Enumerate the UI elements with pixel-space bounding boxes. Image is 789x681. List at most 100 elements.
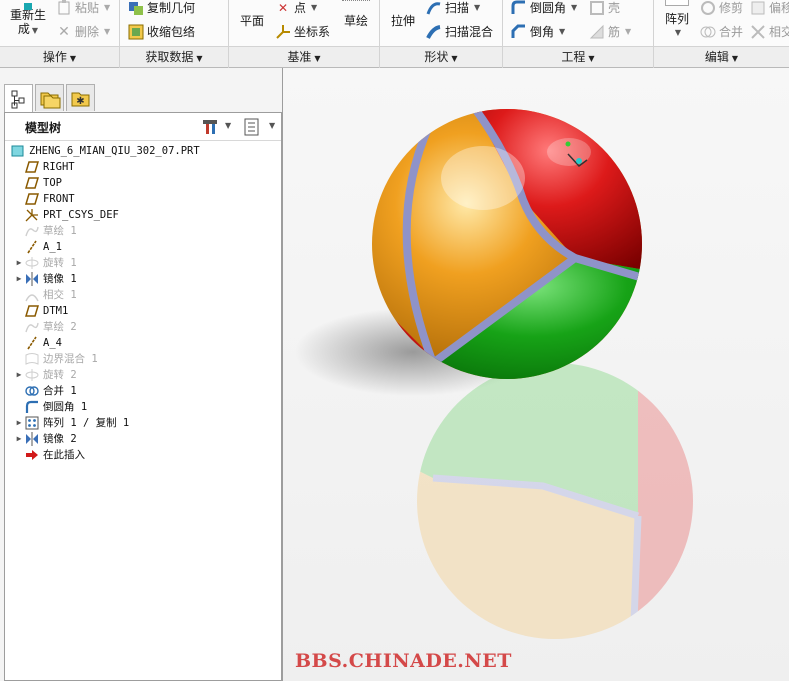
delete-label: 删除	[75, 25, 100, 39]
chamfer-button[interactable]: 倒角 ▼	[511, 23, 565, 40]
shrinkwrap-button[interactable]: 收缩包络	[128, 23, 195, 40]
pattern-icon	[25, 416, 39, 430]
graphics-viewport[interactable]	[282, 68, 789, 681]
tree-item[interactable]: ▶ 阵列 1 / 复制 1	[13, 415, 129, 431]
tree-item-label: 旋转 1	[43, 257, 77, 269]
pattern-label: 阵列	[664, 12, 689, 26]
extrude-label: 拉伸	[390, 14, 415, 28]
tree-item[interactable]: ▶ 镜像 1	[13, 271, 77, 287]
chevron-down-icon: ▼	[311, 3, 318, 12]
csys-icon	[275, 24, 291, 40]
tree-item[interactable]: PRT_CSYS_DEF	[13, 207, 119, 223]
tree-item[interactable]: FRONT	[13, 191, 75, 207]
axis-icon	[25, 240, 39, 254]
csys-label: 坐标系	[294, 25, 331, 39]
sketch-button[interactable]: 草绘	[337, 0, 375, 28]
tree-settings-button[interactable]: ▼	[201, 118, 231, 136]
chamfer-label: 倒角	[530, 25, 555, 39]
tree-item[interactable]: 在此插入	[13, 447, 85, 463]
trim-button[interactable]: 修剪	[700, 0, 743, 16]
tree-item-label: RIGHT	[43, 161, 75, 173]
expand-arrow-icon[interactable]: ▶	[13, 415, 25, 431]
tab-folder-browser[interactable]	[35, 84, 64, 111]
swept-blend-label: 扫描混合	[445, 25, 494, 39]
extrude-button[interactable]: 拉伸	[386, 14, 420, 28]
group-label-datum[interactable]: 基准 ▼	[229, 46, 379, 67]
tree-item[interactable]: A_1	[13, 239, 62, 255]
copy-geometry-button[interactable]: 复制几何	[128, 0, 195, 16]
tree-show-button[interactable]: ▼	[243, 118, 277, 136]
expand-arrow-icon[interactable]: ▶	[13, 255, 25, 271]
pattern-button[interactable]: 阵列 ▼	[660, 0, 694, 40]
csys-button[interactable]: 坐标系	[275, 23, 330, 40]
tree-item[interactable]: ▶ 旋转 1	[13, 255, 77, 271]
tree-item-label: 草绘 1	[43, 225, 77, 237]
group-label-get-data[interactable]: 获取数据 ▼	[120, 46, 228, 67]
tree-item[interactable]: TOP	[13, 175, 62, 191]
model-tree-title: 模型树	[25, 121, 62, 135]
ribbon: 重新生 成 ▼ 粘贴 ▼ ✕ 删除 ▼ 操作 ▼ 复制几何 收缩包络 获取数据 ▼ 平面 …	[0, 0, 789, 68]
tree-item-label: DTM1	[43, 305, 69, 317]
group-label-shapes[interactable]: 形状 ▼	[380, 46, 502, 67]
merge-icon	[25, 384, 39, 398]
round-button[interactable]: 倒圆角 ▼	[511, 0, 577, 16]
copy-geometry-icon	[128, 0, 144, 16]
chevron-down-icon: ▼	[474, 3, 481, 12]
point-button[interactable]: ✕ 点 ▼	[275, 0, 317, 16]
shell-icon	[589, 0, 605, 16]
tree-item[interactable]: A_4	[13, 335, 62, 351]
offset-button[interactable]: 偏移	[750, 0, 789, 16]
intersect-icon	[25, 288, 39, 302]
sketch-icon	[25, 320, 39, 334]
swept-blend-button[interactable]: 扫描混合	[426, 23, 493, 40]
tree-item[interactable]: ZHENG_6_MIAN_QIU_302_07.PRT	[7, 143, 200, 159]
intersect-icon	[750, 24, 766, 40]
tree-item[interactable]: DTM1	[13, 303, 68, 319]
expand-arrow-icon[interactable]: ▶	[13, 431, 25, 447]
tree-item[interactable]: 草绘 1	[13, 223, 77, 239]
delete-button[interactable]: ✕ 删除 ▼	[56, 23, 110, 40]
tree-item[interactable]: ▶ 镜像 2	[13, 431, 77, 447]
datum-plane-icon	[24, 192, 40, 206]
group-label-editing[interactable]: 编辑 ▼	[654, 46, 789, 67]
csys-icon	[25, 208, 39, 222]
axis-icon	[25, 336, 39, 350]
datum-plane-icon	[24, 304, 40, 318]
tree-item[interactable]: 边界混合 1	[13, 351, 98, 367]
group-label-engineering[interactable]: 工程 ▼	[503, 46, 653, 67]
floor-reflection	[417, 363, 693, 639]
folder-icon	[40, 92, 61, 109]
merge-button[interactable]: 合并	[700, 23, 743, 40]
paste-button[interactable]: 粘贴 ▼	[56, 0, 110, 16]
merge-icon	[700, 24, 716, 40]
regenerate-button[interactable]: 重新生 成 ▼	[6, 0, 50, 38]
offset-label: 偏移	[769, 1, 789, 15]
regenerate-icon	[21, 0, 35, 10]
tree-item-label: 旋转 2	[43, 369, 77, 381]
round-icon	[25, 400, 39, 414]
group-operations: 重新生 成 ▼ 粘贴 ▼ ✕ 删除 ▼ 操作 ▼	[0, 0, 120, 68]
tree-item[interactable]: 相交 1	[13, 287, 77, 303]
tree-item[interactable]: 倒圆角 1	[13, 399, 87, 415]
tab-model-tree[interactable]	[4, 84, 33, 113]
group-label-operations[interactable]: 操作 ▼	[0, 46, 119, 67]
expand-arrow-icon[interactable]: ▶	[13, 271, 25, 287]
tree-item[interactable]: 草绘 2	[13, 319, 77, 335]
plane-button[interactable]: 平面	[235, 14, 269, 28]
shell-button[interactable]: 壳	[589, 0, 620, 16]
tree-item[interactable]: RIGHT	[13, 159, 75, 175]
expand-arrow-icon[interactable]: ▶	[13, 367, 25, 383]
revolve-icon	[25, 256, 39, 270]
tree-item[interactable]: ▶ 旋转 2	[13, 367, 77, 383]
tree-item-label: 相交 1	[43, 289, 77, 301]
model-render[interactable]	[283, 68, 789, 681]
boundary-blend-icon	[25, 352, 39, 366]
chevron-down-icon: ▼	[625, 27, 632, 36]
tree-item[interactable]: 合并 1	[13, 383, 77, 399]
navigator-tabs: ✱	[4, 84, 97, 113]
tab-favorites[interactable]: ✱	[66, 84, 95, 111]
navigator-panel: ✱ 模型树 ▼ ▼ ZHENG_6_MIAN_QIU_302_07.PRT RIG…	[0, 68, 282, 681]
rib-button[interactable]: 筋 ▼	[589, 23, 631, 40]
intersect-button[interactable]: 相交	[750, 23, 789, 40]
sweep-button[interactable]: 扫描 ▼	[426, 0, 480, 16]
